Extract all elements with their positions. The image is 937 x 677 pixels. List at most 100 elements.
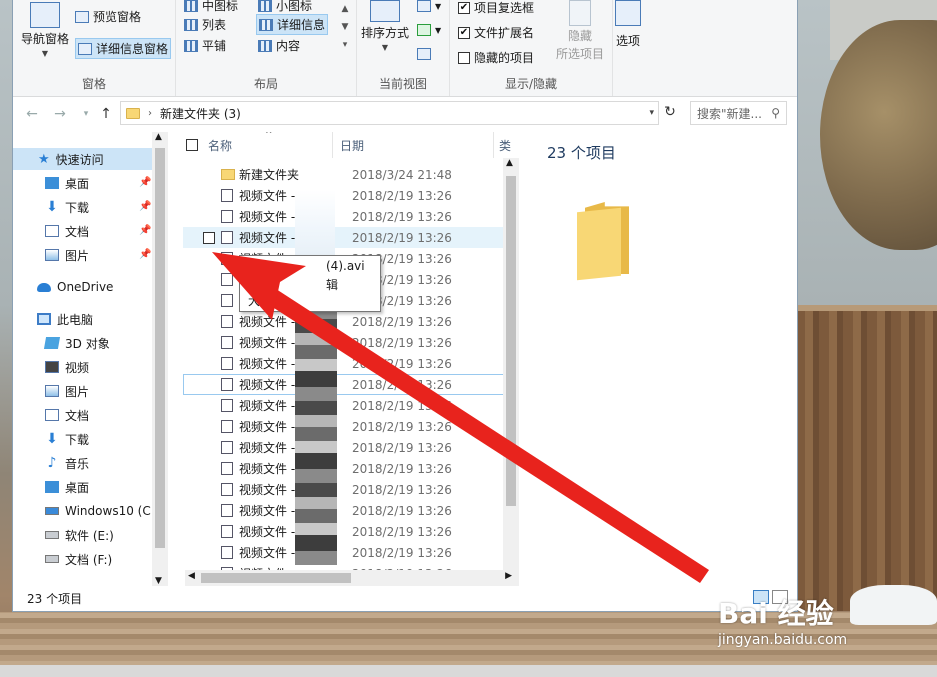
column-header-type[interactable]: 类 — [499, 137, 511, 154]
file-name[interactable]: 视频文件 - — [239, 460, 295, 477]
file-name[interactable]: 视频文件 - — [239, 334, 295, 351]
table-row[interactable]: 视频文件 -2018/2/19 13:26视 — [183, 500, 519, 521]
add-columns-button[interactable]: ▼ — [417, 24, 441, 36]
pin-icon[interactable]: 📌 — [139, 225, 151, 236]
nav-quick-access[interactable]: ★ 快速访问 — [13, 148, 153, 170]
scroll-up-icon[interactable]: ▲ — [155, 132, 162, 142]
column-divider[interactable] — [332, 132, 333, 158]
table-row[interactable]: 视频文件 -2018/2/19 13:26视 — [183, 206, 519, 227]
column-header-date[interactable]: 日期 — [340, 137, 364, 154]
table-row[interactable]: 视频文件 -2018/2/19 13:26视 — [183, 479, 519, 500]
scroll-down-icon[interactable]: ▼ — [155, 576, 162, 586]
hide-selected-button[interactable]: 隐藏 所选项目 — [556, 0, 604, 62]
layout-tiles[interactable]: 平铺 — [184, 37, 226, 54]
preview-pane-button[interactable]: 预览窗格 — [75, 8, 141, 25]
search-input[interactable]: 搜索"新建... — [697, 105, 762, 122]
nav-scrollbar[interactable]: ▲ ▼ — [152, 132, 168, 586]
select-all-checkbox[interactable] — [186, 139, 198, 151]
nav-qa-downloads[interactable]: ⬇ 下载 — [45, 196, 89, 218]
address-dropdown-chevron-icon[interactable]: ▾ — [649, 108, 654, 118]
nav-drive-e[interactable]: 软件 (E:) — [45, 524, 114, 546]
search-box[interactable]: 搜索"新建... ⚲ — [690, 101, 787, 125]
breadcrumb-chevron-icon[interactable]: › — [148, 108, 152, 119]
layout-list[interactable]: 列表 — [184, 16, 226, 33]
breadcrumb-path[interactable]: 新建文件夹 (3) — [160, 105, 241, 122]
size-columns-button[interactable] — [417, 48, 431, 60]
table-row[interactable]: 视频文件 -2018/2/19 13:26视 — [183, 185, 519, 206]
table-row[interactable]: 视频文件 -2018/2/19 13:26视 — [183, 416, 519, 437]
item-checkboxes-checkbox[interactable] — [458, 1, 470, 14]
list-scrollbar-thumb[interactable] — [506, 176, 516, 506]
column-divider[interactable] — [493, 132, 494, 158]
layout-small-icons[interactable]: 小图标 — [258, 0, 312, 14]
address-bar[interactable]: › 新建文件夹 (3) ▾ — [120, 101, 659, 125]
scroll-left-icon[interactable]: ◀ — [188, 571, 195, 581]
list-horizontal-scrollbar[interactable]: ◀ ▶ — [185, 570, 515, 586]
forward-arrow-icon[interactable]: → — [51, 105, 69, 123]
nav-pc-music[interactable]: ♪ 音乐 — [45, 452, 89, 474]
hidden-items-checkbox[interactable] — [458, 51, 470, 64]
file-name[interactable]: 视频文件 - — [239, 502, 295, 519]
nav-pc-videos[interactable]: 视频 — [45, 356, 89, 378]
details-pane-button[interactable]: 详细信息窗格 — [75, 38, 172, 59]
hidden-items-toggle[interactable]: 隐藏的项目 — [458, 49, 534, 66]
nav-pc-3d[interactable]: 3D 对象 — [43, 332, 110, 354]
group-by-button[interactable]: ▼ — [417, 0, 441, 12]
table-row[interactable]: 视频文件 -2018/2/19 13:26视 — [183, 521, 519, 542]
file-name[interactable]: 新建文件夹 — [239, 166, 299, 183]
table-row[interactable]: 新建文件夹2018/3/24 21:48文 — [183, 164, 519, 185]
sort-by-button[interactable]: 排序方式 ▼ — [361, 0, 409, 52]
table-row[interactable]: 视频文件 -2018/2/19 13:26视 — [183, 395, 519, 416]
table-row[interactable]: 视频文件 -2018/2/19 13:26视 — [183, 374, 519, 395]
file-name[interactable]: 视频文件 - — [239, 187, 295, 204]
recent-locations-chevron-icon[interactable]: ▾ — [77, 105, 95, 123]
table-row[interactable]: 视频文件 -2018/2/19 13:26视 — [183, 353, 519, 374]
row-checkbox[interactable] — [203, 231, 215, 244]
table-row[interactable]: 视频文件 -2018/2/19 13:26视 — [183, 542, 519, 563]
nav-onedrive[interactable]: OneDrive — [37, 276, 113, 298]
file-name[interactable]: 视频文件 - — [239, 439, 295, 456]
back-arrow-icon[interactable]: ← — [23, 105, 41, 123]
file-name[interactable]: 视频文件 - — [239, 229, 295, 246]
file-name[interactable]: 视频文件 - — [239, 544, 295, 561]
layout-medium-icons[interactable]: 中图标 — [184, 0, 238, 14]
options-button[interactable]: 选项 — [615, 0, 641, 49]
pin-icon[interactable]: 📌 — [139, 201, 151, 212]
nav-pc-pictures[interactable]: 图片 — [45, 380, 89, 402]
search-icon[interactable]: ⚲ — [771, 106, 780, 120]
file-name[interactable]: 视频文件 - — [239, 481, 295, 498]
file-name[interactable]: 视频文件 - — [239, 418, 295, 435]
layout-scroll-arrows[interactable]: ▲ ▼ ▾ — [338, 0, 352, 56]
file-extensions-toggle[interactable]: 文件扩展名 — [458, 24, 534, 41]
nav-qa-pictures[interactable]: 图片 — [45, 244, 89, 266]
nav-qa-desktop[interactable]: 桌面 — [45, 172, 89, 194]
nav-qa-documents[interactable]: 文档 — [45, 220, 89, 242]
nav-drive-c[interactable]: Windows10 (C: — [45, 500, 155, 522]
nav-pc-downloads[interactable]: ⬇ 下载 — [45, 428, 89, 450]
table-row[interactable]: 视频文件 -2018/2/19 13:26视 — [183, 437, 519, 458]
file-name[interactable]: 视频文件 - — [239, 313, 295, 330]
list-scrollbar[interactable]: ▲ — [503, 158, 519, 586]
file-name[interactable]: 视频文件 - — [239, 397, 295, 414]
table-row[interactable]: 视频文件 -2018/2/19 13:26视 — [183, 332, 519, 353]
table-row[interactable]: 视频文件 -2018/2/19 13:26视 — [183, 458, 519, 479]
scroll-up-icon[interactable]: ▲ — [506, 158, 513, 168]
file-name[interactable]: 视频文件 - — [239, 208, 295, 225]
column-header-name[interactable]: 名称 — [208, 137, 232, 154]
layout-content[interactable]: 内容 — [258, 37, 300, 54]
nav-drive-f[interactable]: 文档 (F:) — [45, 548, 112, 570]
nav-pc-documents[interactable]: 文档 — [45, 404, 89, 426]
file-name[interactable]: 视频文件 - — [239, 355, 295, 372]
table-row[interactable]: 视频文件 -2018/2/19 13:26视 — [183, 227, 519, 248]
pin-icon[interactable]: 📌 — [139, 249, 151, 260]
file-extensions-checkbox[interactable] — [458, 26, 470, 39]
horizontal-scrollbar-thumb[interactable] — [201, 573, 351, 583]
layout-details[interactable]: 详细信息 — [256, 14, 329, 35]
scroll-right-icon[interactable]: ▶ — [505, 571, 512, 581]
table-row[interactable]: 视频文件 -2018/2/19 13:26视 — [183, 311, 519, 332]
nav-scrollbar-thumb[interactable] — [155, 148, 165, 548]
item-checkboxes-toggle[interactable]: 项目复选框 — [458, 0, 534, 16]
pin-icon[interactable]: 📌 — [139, 177, 151, 188]
up-arrow-icon[interactable]: ↑ — [97, 105, 115, 123]
nav-pc-desktop[interactable]: 桌面 — [45, 476, 89, 498]
